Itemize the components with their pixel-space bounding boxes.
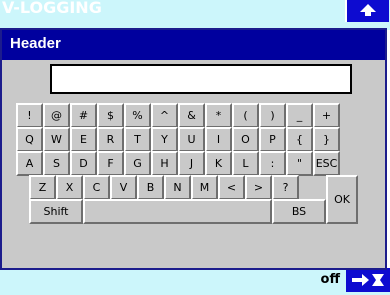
key-row2-9[interactable]: P [259,127,286,152]
key-row3-1[interactable]: S [43,151,70,176]
key-row1-4[interactable]: % [124,103,151,128]
key-row4-5[interactable]: N [164,175,191,200]
key-row3-11[interactable]: ESC [313,151,340,176]
key-row1-7[interactable]: * [205,103,232,128]
key-row2-1[interactable]: W [43,127,70,152]
key-row4-3[interactable]: V [110,175,137,200]
key-row3-6[interactable]: J [178,151,205,176]
text-input-field[interactable] [50,64,352,94]
key-row4-2[interactable]: C [83,175,110,200]
key-row1-2[interactable]: # [70,103,97,128]
key-row3-0[interactable]: A [16,151,43,176]
dialog-header: Header [2,30,385,60]
dialog-title: Header [10,35,61,52]
key-row3-10[interactable]: " [286,151,313,176]
key-row1-5[interactable]: ^ [151,103,178,128]
key-row4-6[interactable]: M [191,175,218,200]
navigation-button[interactable] [346,268,390,292]
key-row4-7[interactable]: < [218,175,245,200]
key-row3-5[interactable]: H [151,151,178,176]
up-arrow-icon [360,4,376,16]
key-row4-1[interactable]: X [56,175,83,200]
key-row2-10[interactable]: { [286,127,313,152]
key-row4-9[interactable]: ? [272,175,299,200]
key-row2-5[interactable]: Y [151,127,178,152]
key-row3-8[interactable]: L [232,151,259,176]
key-row1-1[interactable]: @ [43,103,70,128]
key-row1-8[interactable]: ( [232,103,259,128]
key-row1-0[interactable]: ! [16,103,43,128]
key-row2-6[interactable]: U [178,127,205,152]
backspace-key[interactable]: BS [272,199,326,224]
background-status-text: off [320,272,340,287]
key-row1-3[interactable]: $ [97,103,124,128]
key-row1-9[interactable]: ) [259,103,286,128]
background-titlebar: V-LOGGING [0,0,390,30]
key-row1-11[interactable]: + [313,103,340,128]
key-row3-3[interactable]: F [97,151,124,176]
key-row2-4[interactable]: T [124,127,151,152]
shift-key[interactable]: Shift [29,199,83,224]
space-key[interactable] [83,199,272,224]
key-row2-7[interactable]: I [205,127,232,152]
key-row2-3[interactable]: R [97,127,124,152]
key-row1-10[interactable]: _ [286,103,313,128]
key-row2-0[interactable]: Q [16,127,43,152]
arrows-icon [352,274,384,286]
keyboard-dialog: Header ! @ # $% ^ & *() _ + Q W E R T Y U I O P{} A S D F G H J K L… [0,28,387,270]
scroll-up-button[interactable] [345,0,389,22]
key-row4-8[interactable]: > [245,175,272,200]
background-title: V-LOGGING [2,0,102,17]
key-row3-4[interactable]: G [124,151,151,176]
ok-key[interactable]: OK [326,175,358,224]
key-row4-4[interactable]: B [137,175,164,200]
key-row3-2[interactable]: D [70,151,97,176]
key-row2-8[interactable]: O [232,127,259,152]
key-row3-9[interactable]: : [259,151,286,176]
key-row4-0[interactable]: Z [29,175,56,200]
key-row2-11[interactable]: } [313,127,340,152]
key-row1-6[interactable]: & [178,103,205,128]
key-row2-2[interactable]: E [70,127,97,152]
key-row3-7[interactable]: K [205,151,232,176]
